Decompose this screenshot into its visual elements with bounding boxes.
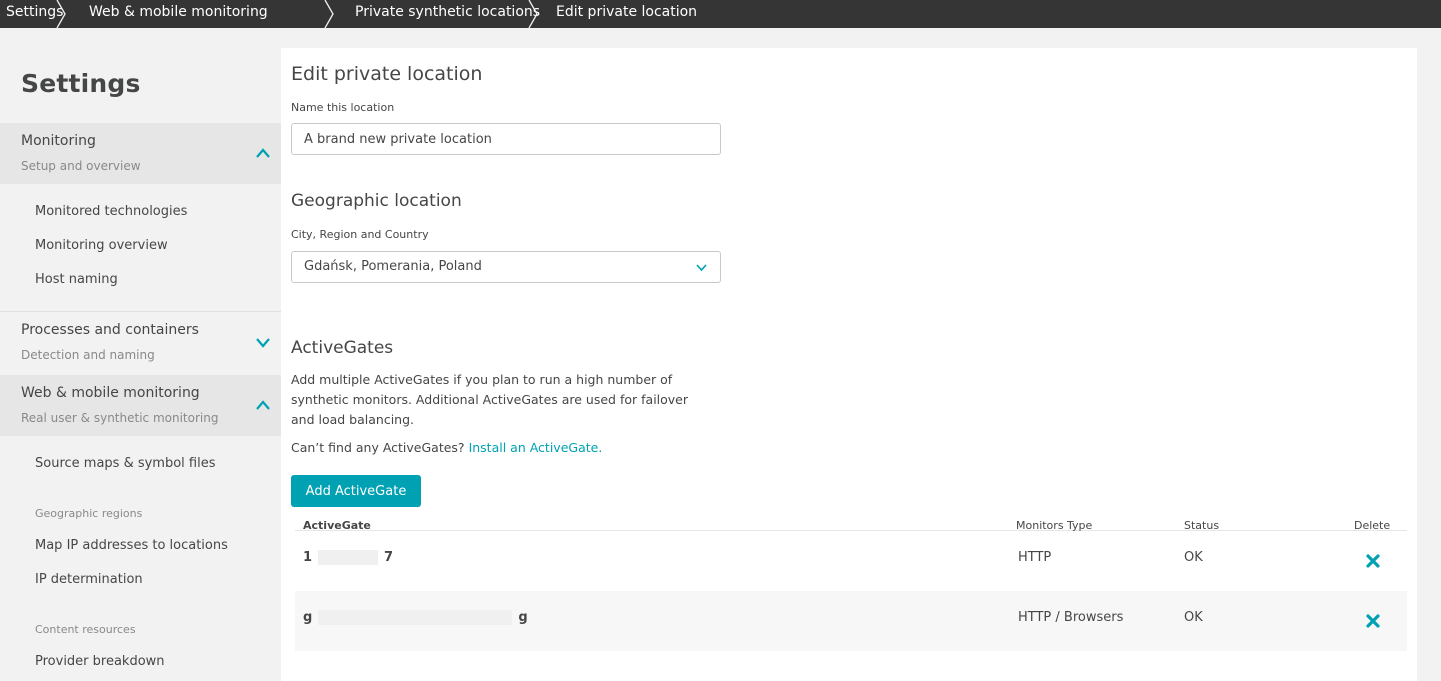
install-activegate-link[interactable]: Install an ActiveGate. [469, 440, 603, 455]
sidebar-section-web-mobile-monitoring[interactable]: Web & mobile monitoring Real user & synt… [0, 375, 281, 436]
activegate-name: 1 7 [303, 550, 393, 565]
status-value: OK [1184, 550, 1203, 565]
geo-location-value: Gdańsk, Pomerania, Poland [304, 259, 482, 274]
add-activegate-button[interactable]: Add ActiveGate [291, 475, 421, 507]
breadcrumb-label: Edit private location [556, 4, 698, 20]
geo-location-select[interactable]: Gdańsk, Pomerania, Poland [291, 251, 721, 283]
help-text: Can’t find any ActiveGates? [291, 440, 465, 455]
activegates-description: Add multiple ActiveGates if you plan to … [291, 372, 689, 427]
breadcrumb-edit-private-location: Edit private location [539, 0, 697, 28]
breadcrumb-separator-icon [324, 0, 334, 28]
breadcrumb-separator-icon [56, 0, 66, 28]
redacted-text [318, 610, 513, 625]
monitors-type: HTTP / Browsers [1018, 610, 1124, 625]
sidebar-section-monitoring[interactable]: Monitoring Setup and overview [0, 123, 281, 184]
activegate-name-start: 1 [303, 550, 313, 565]
sidebar-title: Settings [21, 69, 141, 98]
monitors-type: HTTP [1018, 550, 1052, 565]
main-panel: Edit private location Name this location… [281, 48, 1417, 681]
breadcrumb: Settings Web & mobile monitoring Private… [0, 0, 1441, 28]
sidebar-item-host-naming[interactable]: Host naming [35, 272, 118, 287]
chevron-up-icon[interactable] [255, 147, 271, 159]
chevron-up-icon[interactable] [255, 399, 271, 411]
breadcrumb-web-mobile-monitoring[interactable]: Web & mobile monitoring [67, 0, 335, 28]
sidebar-item-monitoring-overview[interactable]: Monitoring overview [35, 238, 168, 253]
breadcrumb-label: Web & mobile monitoring [89, 4, 268, 20]
section-title: Processes and containers [21, 322, 199, 338]
sidebar-item-map-ip[interactable]: Map IP addresses to locations [35, 538, 228, 553]
page-title: Edit private location [291, 63, 483, 85]
table-row: g g HTTP / Browsers OK [295, 591, 1407, 651]
section-subtitle: Detection and naming [21, 348, 155, 362]
delete-icon[interactable] [1365, 553, 1381, 569]
geo-label: City, Region and Country [291, 228, 429, 241]
breadcrumb-settings[interactable]: Settings [0, 0, 67, 28]
status-value: OK [1184, 610, 1203, 625]
activegate-name-start: g [303, 610, 313, 625]
breadcrumb-label: Private synthetic locations [355, 4, 541, 20]
geographic-location-heading: Geographic location [291, 191, 462, 211]
activegates-help: Can’t find any ActiveGates? Install an A… [291, 440, 602, 455]
section-subtitle: Setup and overview [21, 159, 141, 173]
sidebar-group-content-resources: Content resources [35, 623, 136, 636]
chevron-down-icon [696, 264, 707, 272]
sidebar-section-processes-containers[interactable]: Processes and containers Detection and n… [0, 311, 281, 372]
delete-icon[interactable] [1365, 613, 1381, 629]
table-header: ActiveGate Monitors Type Status Delete [295, 514, 1407, 532]
sidebar-item-ip-determination[interactable]: IP determination [35, 572, 143, 587]
activegate-name: g g [303, 610, 528, 625]
sidebar-group-geographic-regions: Geographic regions [35, 507, 143, 520]
activegates-heading: ActiveGates [291, 338, 394, 358]
sidebar-item-provider-breakdown[interactable]: Provider breakdown [35, 654, 165, 669]
section-title: Monitoring [21, 133, 96, 149]
breadcrumb-private-synthetic-locations[interactable]: Private synthetic locations [335, 0, 541, 28]
sidebar-item-monitored-technologies[interactable]: Monitored technologies [35, 204, 187, 219]
chevron-down-icon[interactable] [255, 336, 271, 348]
name-label: Name this location [291, 101, 395, 114]
section-title: Web & mobile monitoring [21, 385, 200, 401]
breadcrumb-separator-icon [528, 0, 538, 28]
sidebar-item-source-maps[interactable]: Source maps & symbol files [35, 456, 216, 471]
activegates-table: ActiveGate Monitors Type Status Delete 1… [295, 514, 1407, 651]
location-name-input[interactable] [291, 123, 721, 155]
section-subtitle: Real user & synthetic monitoring [21, 411, 219, 425]
activegate-name-end: g [518, 610, 528, 625]
sidebar: Settings Monitoring Setup and overview M… [0, 28, 281, 681]
table-row: 1 7 HTTP OK [295, 531, 1407, 591]
activegate-name-end: 7 [384, 550, 394, 565]
redacted-text [318, 550, 379, 565]
